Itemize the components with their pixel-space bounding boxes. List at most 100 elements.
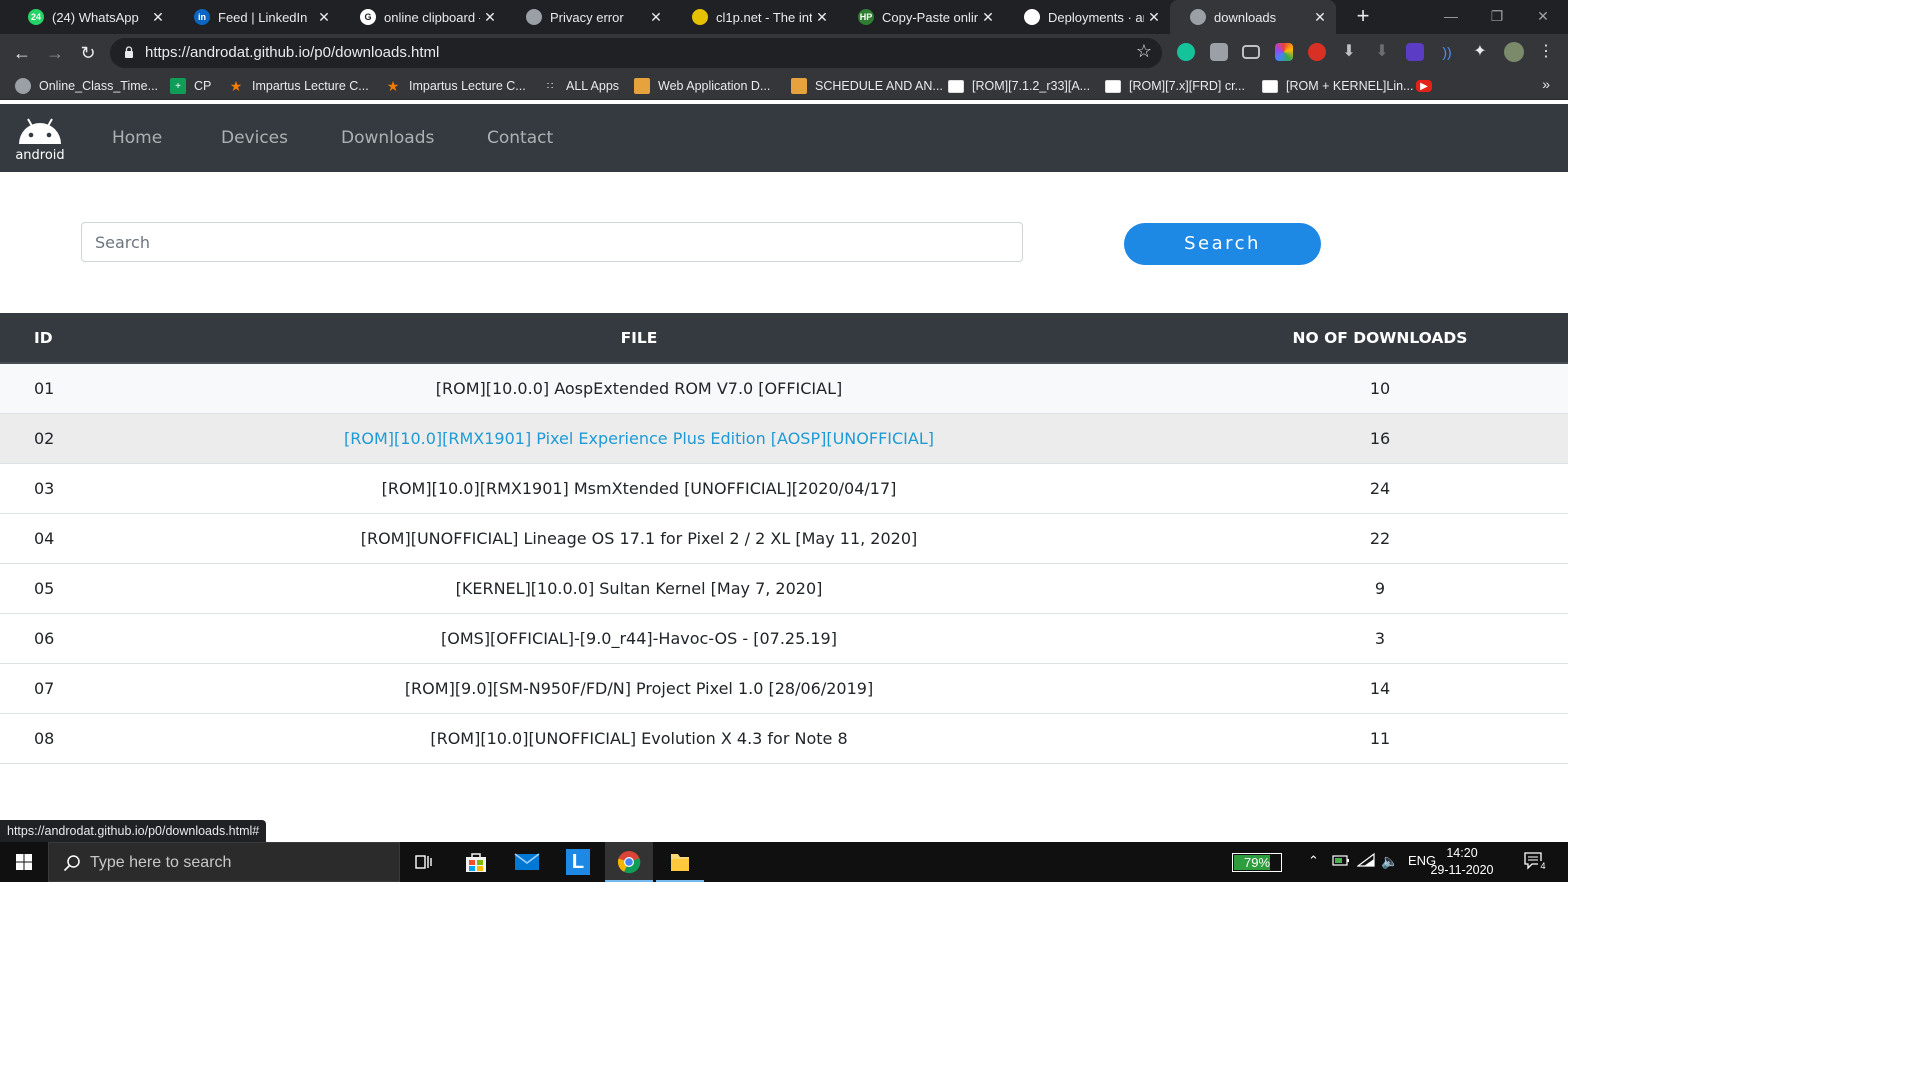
bookmark-item[interactable]: + CP	[170, 77, 211, 95]
lightshot-app-icon[interactable]: L	[554, 842, 602, 882]
table-row[interactable]: 03 [ROM][10.0][RMX1901] MsmXtended [UNOFF…	[0, 464, 1568, 514]
cast-extension-icon[interactable]	[1242, 45, 1260, 59]
close-tab-icon[interactable]: ✕	[314, 9, 334, 26]
reload-icon[interactable]: ↻	[75, 40, 101, 66]
cell-file-link[interactable]: [KERNEL][10.0.0] Sultan Kernel [May 7, 2…	[140, 579, 1138, 598]
color-picker-extension-icon[interactable]	[1275, 43, 1293, 61]
tab-title: Copy-Paste online	[882, 9, 978, 25]
table-row[interactable]: 05 [KERNEL][10.0.0] Sultan Kernel [May 7,…	[0, 564, 1568, 614]
forward-icon[interactable]: →	[42, 40, 68, 66]
menu-kebab-icon[interactable]: ⋮	[1537, 43, 1555, 61]
cell-file-link[interactable]: [ROM][9.0][SM-N950F/FD/N] Project Pixel …	[140, 679, 1138, 698]
cell-download-count: 10	[1369, 379, 1391, 398]
bookmark-star-icon[interactable]: ☆	[1136, 41, 1152, 62]
cell-file-link[interactable]: [ROM][10.0.0] AospExtended ROM V7.0 [OFF…	[140, 379, 1138, 398]
chrome-icon[interactable]	[605, 842, 653, 882]
browser-tab-strip: 24 (24) WhatsApp ✕ in Feed | LinkedIn ✕ Gonlin…	[0, 0, 1568, 34]
cell-file-link[interactable]: [ROM][UNOFFICIAL] Lineage OS 17.1 for Pi…	[140, 529, 1138, 548]
clock-time: 14:20	[1446, 846, 1478, 860]
more-bookmarks-icon[interactable]: »	[1542, 76, 1550, 92]
windows-logo-icon	[16, 854, 32, 870]
grammarly-extension-icon[interactable]	[1177, 43, 1195, 61]
browser-tab[interactable]: 24 (24) WhatsApp ✕	[8, 0, 174, 34]
taskbar-search-placeholder: Type here to search	[90, 854, 232, 871]
download-disabled-icon[interactable]: ⬇	[1373, 43, 1391, 61]
bookmark-item[interactable]: Online_Class_Time...	[15, 77, 158, 95]
search-button[interactable]: Search	[1124, 223, 1321, 265]
table-row[interactable]: 08 [ROM][10.0][UNOFFICIAL] Evolution X 4.…	[0, 714, 1568, 764]
nav-home[interactable]: Home	[112, 128, 162, 148]
file-explorer-icon[interactable]	[656, 842, 704, 882]
close-tab-icon[interactable]: ✕	[480, 9, 500, 26]
android-logo[interactable]: android	[15, 116, 65, 164]
minimize-button[interactable]: —	[1428, 0, 1474, 34]
table-row[interactable]: 07 [ROM][9.0][SM-N950F/FD/N] Project Pixe…	[0, 664, 1568, 714]
cell-file-link[interactable]: [OMS][OFFICIAL]-[9.0_r44]-Havoc-OS - [07…	[140, 629, 1138, 648]
cell-id: 02	[34, 429, 55, 448]
close-tab-icon[interactable]: ✕	[148, 9, 168, 26]
bookmark-item[interactable]: [ROM][7.1.2_r33][A...	[948, 77, 1090, 95]
bookmark-item[interactable]: ∷ ALL Apps	[542, 77, 619, 95]
task-view-icon[interactable]	[400, 842, 448, 882]
cell-file-link[interactable]: [ROM][10.0][RMX1901] MsmXtended [UNOFFIC…	[140, 479, 1138, 498]
close-tab-icon[interactable]: ✕	[646, 9, 666, 26]
table-row[interactable]: 04 [ROM][UNOFFICIAL] Lineage OS 17.1 for …	[0, 514, 1568, 564]
taskbar-search-box[interactable]: Type here to search	[48, 842, 400, 882]
tab-title: cl1p.net - The inter	[716, 9, 812, 25]
nav-downloads[interactable]: Downloads	[341, 128, 434, 148]
table-row[interactable]: 06 [OMS][OFFICIAL]-[9.0_r44]-Havoc-OS - […	[0, 614, 1568, 664]
lock-icon	[125, 46, 133, 58]
bookmark-item[interactable]: ★ Impartus Lecture C...	[385, 77, 526, 95]
bookmark-youtube[interactable]: ▶	[1416, 77, 1440, 95]
download-icon[interactable]: ⬇	[1340, 43, 1358, 61]
back-icon[interactable]: ←	[9, 40, 35, 66]
sound-extension-icon[interactable]: ))	[1438, 43, 1456, 61]
bookmark-item[interactable]: [ROM][7.x][FRD] cr...	[1105, 77, 1245, 95]
nav-devices[interactable]: Devices	[221, 128, 288, 148]
start-button[interactable]	[0, 842, 48, 882]
profile-avatar[interactable]	[1504, 42, 1524, 62]
bookmark-item[interactable]: [ROM + KERNEL]Lin...	[1262, 77, 1413, 95]
bookmark-label: CP	[194, 79, 212, 93]
browser-tab[interactable]: cl1p.net - The inter✕	[672, 0, 838, 34]
cell-file-link[interactable]: [ROM][10.0][UNOFFICIAL] Evolution X 4.3 …	[140, 729, 1138, 748]
extension-icon[interactable]	[1210, 43, 1228, 61]
cell-file-link[interactable]: [ROM][10.0][RMX1901] Pixel Experience Pl…	[140, 429, 1138, 448]
system-clock[interactable]: 14:20 29-11-2020	[1428, 845, 1496, 879]
close-tab-icon[interactable]: ✕	[978, 9, 998, 26]
browser-tab[interactable]: Deployments · and✕	[1004, 0, 1170, 34]
blocker-extension-icon[interactable]	[1308, 43, 1326, 61]
new-tab-button[interactable]: +	[1352, 4, 1374, 30]
microsoft-store-icon[interactable]	[452, 842, 500, 882]
address-bar[interactable]: https://androdat.github.io/p0/downloads.…	[110, 38, 1162, 68]
volume-icon[interactable]: 🔈	[1381, 853, 1398, 870]
extension-badge-icon[interactable]	[1406, 43, 1424, 61]
battery-indicator[interactable]: 79%	[1232, 853, 1282, 872]
table-row[interactable]: 02 [ROM][10.0][RMX1901] Pixel Experience …	[0, 414, 1568, 464]
close-tab-icon[interactable]: ✕	[1310, 9, 1330, 26]
bookmark-label: Web Application D...	[658, 79, 771, 93]
browser-tab[interactable]: Privacy error ✕	[506, 0, 672, 34]
bookmark-item[interactable]: Web Application D...	[634, 77, 770, 95]
wifi-icon[interactable]	[1356, 852, 1375, 870]
close-window-button[interactable]: ✕	[1520, 0, 1566, 34]
browser-tab[interactable]: Gonline clipboard - ✕	[340, 0, 506, 34]
maximize-button[interactable]: ❐	[1474, 0, 1520, 34]
action-center-icon[interactable]: 4	[1524, 852, 1548, 872]
browser-tab[interactable]: in Feed | LinkedIn ✕	[174, 0, 340, 34]
close-tab-icon[interactable]: ✕	[812, 9, 832, 26]
close-tab-icon[interactable]: ✕	[1144, 9, 1164, 26]
browser-tab[interactable]: downloads ✕	[1170, 0, 1336, 34]
browser-tab[interactable]: HP Copy-Paste online ✕	[838, 0, 1004, 34]
site-navbar: android Home Devices Downloads Contact	[0, 104, 1568, 172]
search-input[interactable]	[81, 222, 1023, 262]
bookmark-item[interactable]: SCHEDULE AND AN...	[791, 77, 943, 95]
table-row[interactable]: 01 [ROM][10.0.0] AospExtended ROM V7.0 [O…	[0, 364, 1568, 414]
bookmark-label: Impartus Lecture C...	[409, 79, 526, 93]
show-hidden-icons-icon[interactable]: ⌃	[1308, 853, 1319, 869]
bookmark-item[interactable]: ★ Impartus Lecture C...	[228, 77, 369, 95]
mail-icon[interactable]	[503, 842, 551, 882]
nav-contact[interactable]: Contact	[487, 128, 553, 148]
battery-saver-icon[interactable]	[1332, 853, 1350, 870]
puzzle-extensions-icon[interactable]: ✦	[1471, 43, 1489, 61]
